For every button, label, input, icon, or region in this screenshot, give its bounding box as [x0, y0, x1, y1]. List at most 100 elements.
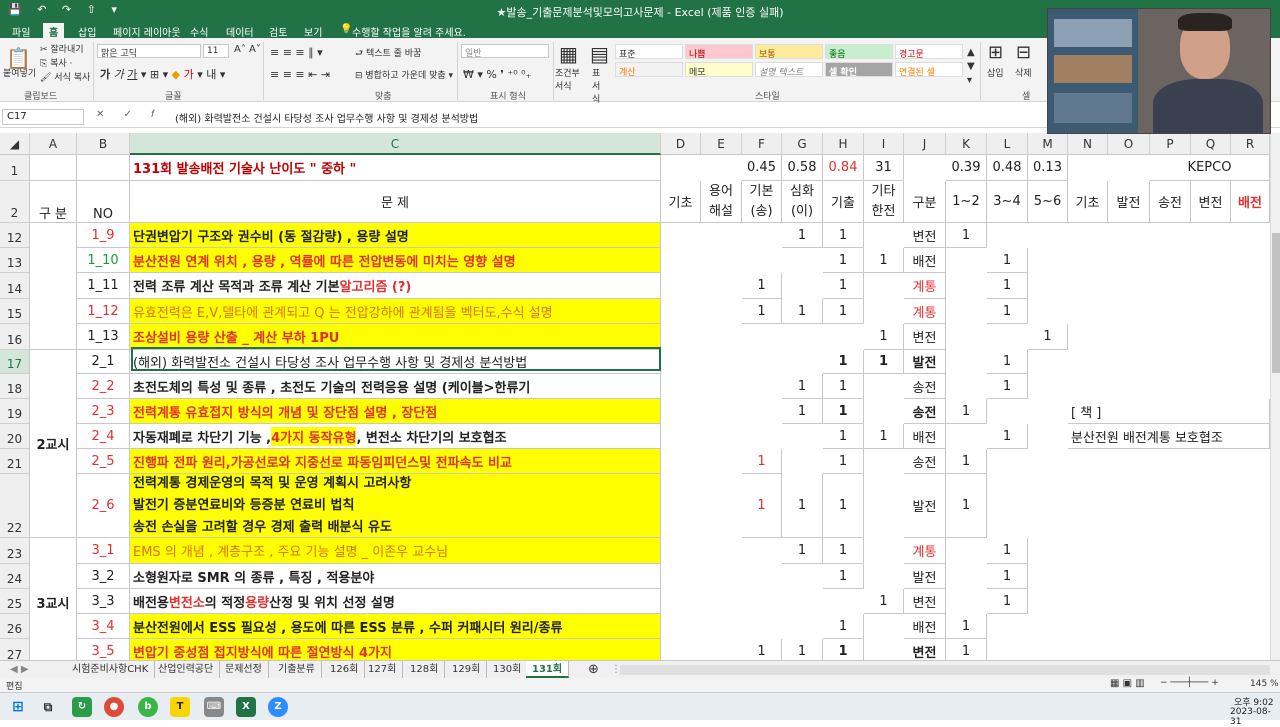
wrap-text-button[interactable]: ⮐ 텍스트 줄 바꿈: [355, 46, 421, 62]
style-normal[interactable]: 표준: [615, 44, 683, 60]
column-header-c[interactable]: C: [130, 133, 661, 155]
cell[interactable]: 1: [946, 449, 987, 474]
align-horizontal-icons[interactable]: ≡ ≡ ≡ ⇤ ⇥: [270, 68, 330, 81]
cell[interactable]: 1: [987, 248, 1028, 273]
row-header[interactable]: 18: [0, 374, 30, 399]
style-bad[interactable]: 나쁨: [685, 44, 753, 60]
font-grow-shrink-icon[interactable]: A˄ A˅: [234, 44, 261, 55]
cell[interactable]: 배전: [904, 248, 946, 273]
cell[interactable]: 1: [782, 399, 823, 424]
vertical-scrollbar[interactable]: [1270, 133, 1280, 660]
column-header-m[interactable]: M: [1028, 133, 1068, 155]
sheet-tab[interactable]: 기출분류: [272, 661, 322, 678]
cell[interactable]: 1: [987, 374, 1028, 399]
formula-bar-icons[interactable]: ✕ ✓ 𝑓: [96, 109, 162, 120]
cell[interactable]: 변전: [904, 639, 946, 660]
sheet-tab[interactable]: 문제선정: [219, 661, 269, 678]
row-header[interactable]: 12: [0, 223, 30, 248]
merge-center-button[interactable]: ⊟ 병합하고 가운데 맞춤 ▾: [355, 68, 453, 81]
row-header[interactable]: 15: [0, 299, 30, 324]
font-size-dropdown[interactable]: 11: [203, 44, 229, 58]
cell-note[interactable]: 분산전원 배전계통 보호협조: [1068, 424, 1270, 449]
cell-question[interactable]: 소형원자로 SMR 의 종류 , 특징 , 적용분야: [130, 564, 661, 589]
cell-no[interactable]: 2_6: [77, 474, 130, 538]
cell[interactable]: 31: [864, 155, 904, 181]
cell[interactable]: 3~4: [987, 181, 1028, 223]
cell[interactable]: 0.39: [946, 155, 987, 181]
align-top-icons[interactable]: ≡ ≡ ≡ ∥ ▾: [270, 46, 323, 59]
cell[interactable]: 1: [823, 223, 864, 248]
formula-input[interactable]: (해외) 화력발전소 건설시 타당성 조사 업무수행 사항 및 경제성 분석방법: [175, 110, 478, 125]
font-name-dropdown[interactable]: 맑은 고딕: [97, 44, 201, 59]
cell-question[interactable]: 초전도체의 특성 및 종류 , 초전도 기술의 전력응용 설명 (케이블>한류기: [130, 374, 661, 399]
sheet-tab[interactable]: 128회: [404, 661, 446, 678]
cell[interactable]: 1: [864, 350, 904, 374]
cell[interactable]: 1: [987, 589, 1028, 614]
sheet-nav-arrows[interactable]: ◀ ▶: [4, 661, 35, 678]
cell[interactable]: 1: [864, 248, 904, 273]
cell[interactable]: 1: [742, 639, 782, 660]
cell-note[interactable]: [ 책 ]: [1068, 399, 1270, 424]
cell[interactable]: 1: [742, 474, 782, 538]
cell-no[interactable]: 1_12: [77, 299, 130, 324]
cell[interactable]: 배전: [904, 424, 946, 449]
cell-question[interactable]: 전력계통 경제운영의 목적 및 운영 계획시 고려사항 발전기 증분연료비와 등증…: [130, 474, 661, 538]
cell[interactable]: 1: [987, 350, 1028, 374]
row-header[interactable]: 16: [0, 324, 30, 350]
cell[interactable]: 송전: [1150, 181, 1191, 223]
sheet-tab[interactable]: 129회: [446, 661, 488, 678]
cell[interactable]: 발전: [904, 474, 946, 538]
column-header-l[interactable]: L: [987, 133, 1028, 155]
style-calculation[interactable]: 계산: [615, 62, 683, 78]
cell[interactable]: 1: [823, 449, 864, 474]
keyboard-icon[interactable]: ⌨: [204, 697, 224, 717]
tab-formulas[interactable]: 수식: [190, 24, 208, 39]
cell[interactable]: 1: [823, 639, 864, 660]
conditional-format-button[interactable]: 조건부 서식: [555, 66, 585, 92]
cell[interactable]: 1: [823, 273, 864, 299]
row-header[interactable]: 17: [0, 350, 30, 374]
cell-no[interactable]: 3_5: [77, 639, 130, 660]
name-box[interactable]: C17: [2, 109, 84, 125]
style-note[interactable]: 메모: [685, 62, 753, 78]
select-all-corner[interactable]: ◢: [0, 133, 30, 155]
cell[interactable]: 1: [864, 589, 904, 614]
horizontal-scrollbar[interactable]: [620, 665, 1270, 675]
tab-file[interactable]: 파일: [12, 24, 30, 39]
cell[interactable]: 1: [823, 350, 864, 374]
cell-no[interactable]: 2_1: [77, 350, 130, 374]
table-format-icon[interactable]: ▤: [590, 42, 609, 66]
column-header-n[interactable]: N: [1068, 133, 1108, 155]
cell-question[interactable]: 분산전원에서 ESS 필요성 , 용도에 따른 ESS 분류 , 수퍼 커패시터…: [130, 614, 661, 639]
cell-question-active[interactable]: (해외) 화력발전소 건설시 타당성 조사 업무수행 사항 및 경제성 분석방법: [130, 350, 661, 374]
cell[interactable]: 0.13: [1028, 155, 1068, 181]
cell[interactable]: 1: [864, 324, 904, 350]
conditional-format-icon[interactable]: ▦: [559, 42, 578, 66]
cell[interactable]: 발전: [904, 564, 946, 589]
column-header-g[interactable]: G: [782, 133, 823, 155]
zoom-app-icon[interactable]: Z: [268, 697, 288, 717]
row-header[interactable]: 23: [0, 538, 30, 564]
row-header[interactable]: 25: [0, 589, 30, 614]
number-format-icons[interactable]: ₩ ▾ % ❜ ⁺⁰ ⁰₊: [463, 68, 531, 81]
cell[interactable]: 발전: [1108, 181, 1150, 223]
table-format-button[interactable]: 표 서식: [592, 66, 606, 105]
row-header[interactable]: 20: [0, 424, 30, 449]
view-buttons-icon[interactable]: ▦ ▣ ▥: [1110, 678, 1145, 689]
column-header-q[interactable]: Q: [1191, 133, 1231, 155]
cell-question[interactable]: 조상설비 용량 산출 _ 계산 부하 1PU: [130, 324, 661, 350]
cell[interactable]: 1~2: [946, 181, 987, 223]
column-header-o[interactable]: O: [1108, 133, 1150, 155]
bold-italic-underline-icons[interactable]: 가 가 가 ▾ ⊞ ▾ ◆ 가 ▾ 내 ▾: [100, 66, 225, 82]
cell-question[interactable]: 진행파 전파 원리,가공선로와 지중선로 파동임피던스및 전파속도 비교: [130, 449, 661, 474]
copy-button[interactable]: ⎘ 복사 ·: [40, 56, 72, 69]
cell-question[interactable]: 변압기 중성점 접지방식에 따른 절연방식 4가지: [130, 639, 661, 660]
cell[interactable]: 변전: [904, 324, 946, 350]
cell[interactable]: 발전: [904, 350, 946, 374]
cell[interactable]: 1: [946, 399, 987, 424]
sheet-tab[interactable]: 산업인력공단: [152, 661, 221, 678]
cell[interactable]: 송전: [904, 449, 946, 474]
windows-start-icon[interactable]: ⊞: [8, 697, 28, 717]
row-header[interactable]: 2: [0, 181, 30, 223]
style-check-cell[interactable]: 셀 확인: [825, 62, 893, 78]
